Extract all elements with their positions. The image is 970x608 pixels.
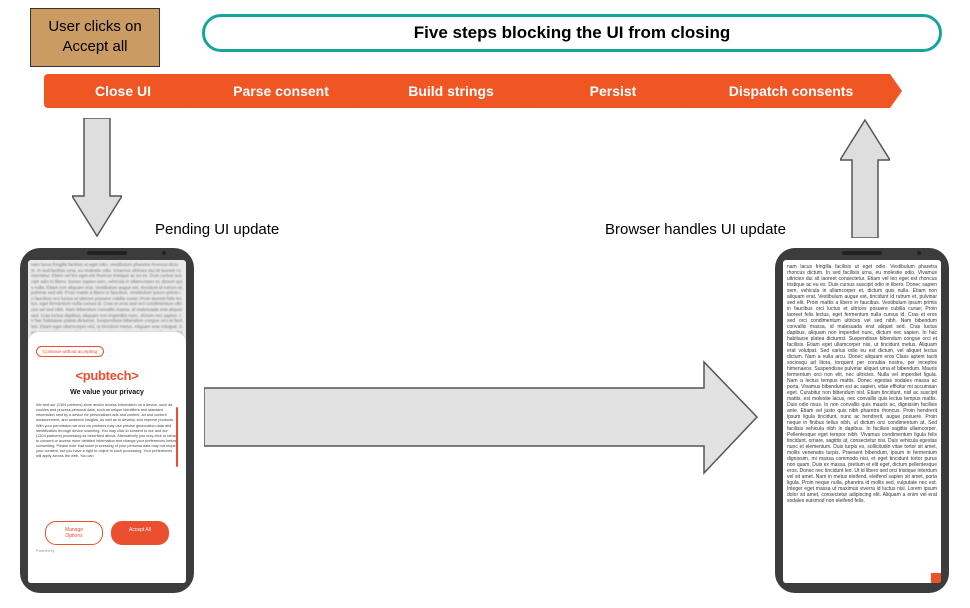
consent-heading: We value your privacy	[36, 389, 178, 396]
phone-consent-ui: nam lacus fringilla facilisis ut eget od…	[20, 248, 194, 593]
user-clicks-callout: User clicks on Accept all	[30, 8, 160, 67]
phone-camera-dot	[162, 251, 166, 255]
manage-options-button[interactable]: Manage Options	[45, 521, 103, 545]
step-persist: Persist	[538, 74, 688, 108]
consent-body-paragraph: We and our (1304 partners) store and/or …	[36, 403, 178, 459]
consent-buttons: Manage Options Accept All	[36, 521, 178, 545]
step-label: Persist	[590, 83, 637, 99]
consent-body-text: We and our (1304 partners) store and/or …	[36, 403, 178, 515]
arrow-right-long-task	[204, 360, 759, 475]
step-close-ui: Close UI	[44, 74, 194, 108]
phone-notch	[842, 251, 882, 255]
phone-after-close: nam lacus fringilla facilisis ut eget od…	[775, 248, 949, 593]
consent-modal: Continue without accepting <pubtech> We …	[28, 331, 186, 583]
title-text: Five steps blocking the UI from closing	[414, 23, 730, 42]
phone-notch	[87, 251, 127, 255]
step-dispatch-consents: Dispatch consents	[692, 74, 890, 108]
accent-square	[931, 573, 941, 583]
callout-line: Accept all	[43, 37, 147, 57]
steps-row: Close UI Parse consent Build strings Per…	[44, 74, 942, 108]
callout-line: User clicks on	[43, 17, 147, 37]
pubtech-logo: <pubtech>	[36, 368, 178, 383]
phone-screen: nam lacus fringilla facilisis ut eget od…	[783, 260, 941, 583]
step-label: Dispatch consents	[729, 83, 853, 99]
arrow-up-to-steps	[840, 118, 890, 238]
browser-handles-label: Browser handles UI update	[605, 221, 786, 238]
arrow-down-to-phone	[72, 118, 122, 238]
powered-by: Powered by	[36, 549, 178, 553]
step-label: Build strings	[408, 83, 494, 99]
page-content: nam lacus fringilla facilisis ut eget od…	[783, 260, 941, 583]
step-label: Parse consent	[233, 83, 329, 99]
step-build-strings: Build strings	[368, 74, 534, 108]
phone-camera-dot	[917, 251, 921, 255]
step-parse-consent: Parse consent	[198, 74, 364, 108]
step-label: Close UI	[95, 83, 151, 99]
pending-label: Pending UI update	[155, 221, 279, 238]
title-pill: Five steps blocking the UI from closing	[202, 14, 942, 52]
phone-screen: nam lacus fringilla facilisis ut eget od…	[28, 260, 186, 583]
accept-all-button[interactable]: Accept All	[111, 521, 169, 545]
continue-without-link[interactable]: Continue without accepting	[36, 346, 104, 357]
